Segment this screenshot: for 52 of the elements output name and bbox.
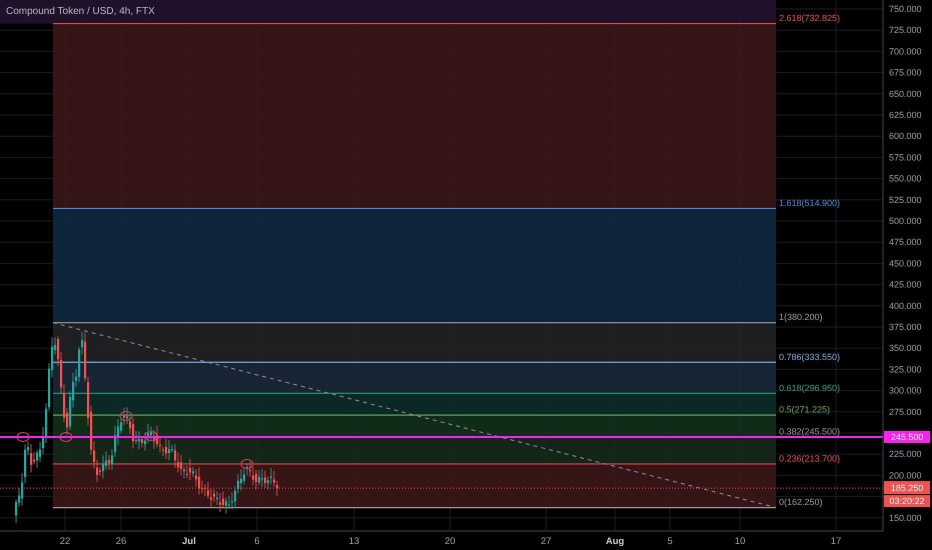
fib-level-label: 0.382(245.500) bbox=[779, 426, 840, 436]
fib-level-label: 1.618(514.900) bbox=[779, 198, 840, 208]
circle-marker bbox=[120, 411, 132, 421]
price-axis-label: 275.000 bbox=[889, 406, 922, 417]
time-axis-label: 10 bbox=[734, 536, 746, 547]
time-axis-label: 20 bbox=[444, 536, 456, 547]
time-axis-label: 13 bbox=[348, 536, 360, 547]
fib-level-label: 0.618(296.950) bbox=[779, 382, 840, 393]
price-axis-label: 400.000 bbox=[889, 300, 922, 311]
price-axis-label: 150.000 bbox=[889, 512, 922, 523]
price-axis-label: 500.000 bbox=[889, 216, 922, 226]
price-axis-label: 625.000 bbox=[889, 110, 922, 120]
fib-level-label: 0(162.250) bbox=[779, 497, 823, 508]
price-axis-label: 200.000 bbox=[889, 470, 922, 480]
horizontal-line-price-tag: 245.500 bbox=[884, 430, 930, 443]
price-axis-label: 550.000 bbox=[889, 174, 922, 184]
circle-marker bbox=[240, 459, 254, 469]
bar-countdown-tag: 03:20:22 bbox=[884, 495, 930, 508]
price-axis-label: 350.000 bbox=[889, 343, 922, 354]
circle-marker bbox=[60, 432, 72, 442]
time-axis-label: Jul bbox=[182, 536, 196, 547]
price-axis-label: 225.000 bbox=[889, 449, 922, 460]
time-axis-label: 26 bbox=[116, 536, 126, 547]
price-axis-label: 425.000 bbox=[889, 280, 922, 290]
price-axis-label: 525.000 bbox=[889, 194, 922, 205]
price-axis-label: 725.000 bbox=[889, 25, 922, 36]
fib-level-label: 0.5(271.225) bbox=[779, 404, 830, 415]
price-axis-label: 675.000 bbox=[889, 68, 922, 78]
price-axis-label: 575.000 bbox=[889, 152, 922, 162]
price-axis-label: 325.000 bbox=[889, 364, 922, 374]
fib-level-label: 0.786(333.550) bbox=[779, 352, 840, 362]
time-axis-label: 6 bbox=[254, 536, 260, 547]
price-axis-label: 475.000 bbox=[889, 237, 922, 248]
price-axis-label: 300.000 bbox=[889, 386, 922, 396]
time-axis-label: Aug bbox=[606, 536, 624, 547]
last-price-tag: 185.250 bbox=[884, 481, 930, 494]
price-axis-label: 750.000 bbox=[889, 4, 922, 14]
circle-marker bbox=[144, 431, 158, 441]
price-axis-label: 700.000 bbox=[889, 46, 922, 56]
fib-level-label: 2.618(732.825) bbox=[779, 13, 840, 24]
price-axis-label: 450.000 bbox=[889, 258, 922, 268]
circle-marker bbox=[16, 432, 30, 442]
chart-title: Compound Token / USD, 4h, FTX bbox=[6, 6, 155, 17]
price-axis-label: 650.000 bbox=[889, 88, 922, 99]
time-axis-label: 27 bbox=[540, 536, 552, 547]
time-axis-label: 17 bbox=[830, 536, 842, 547]
fib-level-label: 0.236(213.700) bbox=[779, 453, 840, 464]
price-axis-label: 375.000 bbox=[889, 322, 922, 332]
time-axis-label: 5 bbox=[667, 536, 673, 547]
time-axis-label: 22 bbox=[60, 536, 70, 547]
fib-level-label: 1(380.200) bbox=[779, 312, 823, 322]
price-axis-label: 600.000 bbox=[889, 131, 922, 142]
